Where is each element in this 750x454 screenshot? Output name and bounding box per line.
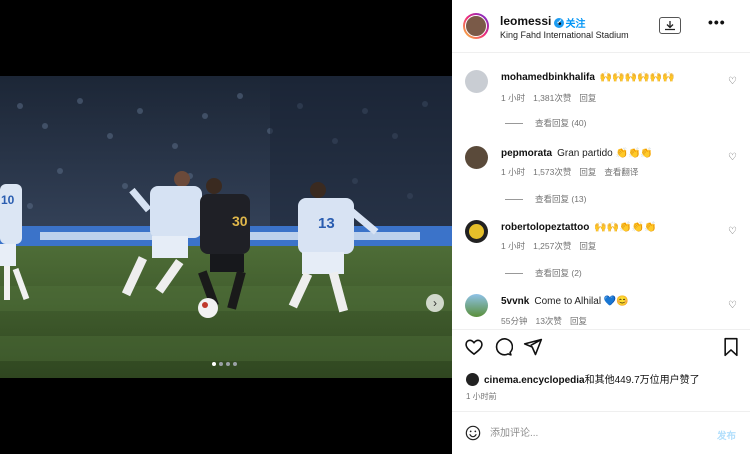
chevron-right-icon[interactable]: ›	[426, 294, 444, 312]
view-replies-label[interactable]: 查看回复 (13)	[535, 194, 586, 204]
follow-label[interactable]: 关注	[566, 19, 586, 30]
heart-icon[interactable]	[464, 337, 484, 362]
comment-text: 🙌🙌🙌🙌🙌🙌	[599, 72, 675, 83]
avatar-logo	[469, 224, 484, 239]
likes-count[interactable]: 和其他449.7万位用户赞了	[585, 375, 700, 386]
heart-icon[interactable]: ♡	[728, 226, 737, 237]
carousel-dot	[219, 362, 223, 366]
comment-meta: 1 小时 1,381次赞 回复	[501, 92, 604, 104]
comment-icon[interactable]	[493, 337, 514, 362]
heart-icon[interactable]: ♡	[728, 76, 737, 87]
comment-author[interactable]: robertolopeztattoo 🙌🙌👏👏👏	[501, 222, 657, 233]
follow-button[interactable]: • 关注	[558, 15, 586, 30]
comment-author[interactable]: mohamedbinkhalifa 🙌🙌🙌🙌🙌🙌	[501, 72, 675, 83]
comment-author-name[interactable]: 5vvnk	[501, 296, 529, 307]
view-replies-label[interactable]: 查看回复 (2)	[535, 268, 582, 278]
post-side-panel: leomessi ✓ • 关注 King Fahd International St…	[452, 0, 750, 454]
reply-button[interactable]: 回复	[579, 93, 596, 103]
jersey-number-30: 30	[232, 213, 248, 229]
post-button[interactable]: 发布	[717, 428, 736, 442]
comment-text: Come to Alhilal 💙😊	[534, 296, 629, 307]
jersey-number-left: 10	[1, 193, 15, 207]
comment-time[interactable]: 1 小时	[501, 167, 525, 177]
author-username[interactable]: leomessi ✓	[500, 14, 565, 28]
share-icon[interactable]	[523, 337, 543, 362]
comment-author[interactable]: pepmorata Gran partido 👏👏👏	[501, 148, 653, 159]
avatar[interactable]	[465, 15, 487, 37]
divider-line	[505, 123, 523, 125]
view-replies-label[interactable]: 查看回复 (40)	[535, 118, 586, 128]
comment-time[interactable]: 55分钟	[501, 316, 527, 326]
comment-likes[interactable]: 1,257次赞	[533, 241, 571, 251]
action-bar	[452, 337, 750, 359]
comment-text: Gran partido 👏👏👏	[557, 148, 653, 159]
comment-author-name[interactable]: pepmorata	[501, 148, 552, 159]
comment-composer: 发布	[452, 412, 750, 454]
story-ring[interactable]	[463, 13, 489, 39]
post-photo: 10 30 13 ›	[0, 76, 452, 378]
comment-meta: 1 小时 1,573次赞 回复 查看翻译	[501, 166, 646, 178]
carousel-indicator	[212, 362, 237, 366]
football-match-image: 10 30 13	[0, 76, 452, 378]
view-replies[interactable]: 查看回复 (2)	[505, 267, 582, 279]
liker-username[interactable]: cinema.encyclopedia	[484, 375, 585, 386]
reply-button[interactable]: 回复	[570, 316, 587, 326]
divider-line	[505, 199, 523, 201]
comment-likes[interactable]: 1,573次赞	[533, 167, 571, 177]
comment-likes[interactable]: 13次赞	[535, 316, 561, 326]
bookmark-icon[interactable]	[722, 337, 740, 362]
comment-time[interactable]: 1 小时	[501, 93, 525, 103]
comment-text: 🙌🙌👏👏👏	[594, 222, 657, 233]
comment-meta: 1 小时 1,257次赞 回复	[501, 240, 604, 252]
comment-time[interactable]: 1 小时	[501, 241, 525, 251]
avatar[interactable]	[465, 294, 488, 317]
author-username-text[interactable]: leomessi	[500, 14, 551, 28]
comment-likes[interactable]: 1,381次赞	[533, 93, 571, 103]
comment-meta: 55分钟 13次赞 回复	[501, 315, 595, 327]
divider	[452, 329, 750, 330]
reply-button[interactable]: 回复	[579, 167, 596, 177]
divider-line	[505, 273, 523, 275]
avatar[interactable]	[465, 146, 488, 169]
post-timestamp[interactable]: 1 小时前	[466, 391, 497, 402]
reply-button[interactable]: 回复	[579, 241, 596, 251]
comment-author-name[interactable]: mohamedbinkhalifa	[501, 72, 595, 83]
translate-button[interactable]: 查看翻译	[604, 167, 638, 177]
football	[198, 298, 218, 318]
comment-author[interactable]: 5vvnk Come to Alhilal 💙😊	[501, 296, 629, 307]
download-icon[interactable]	[659, 17, 681, 34]
separator-dot: •	[558, 19, 562, 30]
location-link[interactable]: King Fahd International Stadium	[500, 30, 629, 40]
more-icon[interactable]: •••	[708, 14, 726, 30]
carousel-dot	[226, 362, 230, 366]
emoji-icon[interactable]	[465, 425, 481, 441]
heart-icon[interactable]: ♡	[728, 300, 737, 311]
comment-author-name[interactable]: robertolopeztattoo	[501, 222, 589, 233]
post-header: leomessi ✓ • 关注 King Fahd International St…	[452, 0, 750, 53]
avatar[interactable]	[465, 220, 488, 243]
comment-input[interactable]	[490, 426, 700, 440]
avatar[interactable]	[465, 70, 488, 93]
heart-icon[interactable]: ♡	[728, 152, 737, 163]
jersey-number-13: 13	[318, 215, 335, 232]
view-replies[interactable]: 查看回复 (13)	[505, 193, 586, 205]
comment-list: mohamedbinkhalifa 🙌🙌🙌🙌🙌🙌 1 小时 1,381次赞 回复 ♡ …	[452, 53, 750, 329]
post-media: 10 30 13 ›	[0, 0, 452, 454]
avatar[interactable]	[466, 373, 479, 386]
carousel-dot	[233, 362, 237, 366]
view-replies[interactable]: 查看回复 (40)	[505, 117, 586, 129]
carousel-dot	[212, 362, 216, 366]
likes-summary: cinema.encyclopedia和其他449.7万位用户赞了	[466, 371, 700, 386]
